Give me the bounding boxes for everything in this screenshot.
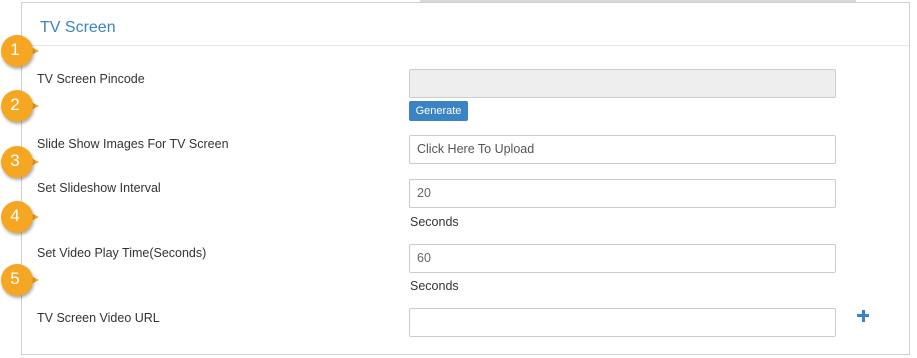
slideshow-interval-input[interactable]: 20 [409, 179, 836, 208]
slideshow-interval-label: Set Slideshow Interval [37, 181, 161, 195]
slideshow-interval-unit: Seconds [410, 215, 459, 229]
marker-number: 1 [10, 40, 20, 59]
video-play-time-input[interactable]: 60 [409, 244, 836, 273]
pincode-field [409, 69, 836, 98]
callout-marker: 2 [1, 90, 39, 122]
marker-number: 3 [10, 151, 20, 170]
callout-marker: 5 [1, 264, 39, 296]
callout-marker: 3 [1, 146, 39, 178]
video-play-time-unit: Seconds [410, 279, 459, 293]
marker-number: 2 [10, 95, 20, 114]
pincode-label: TV Screen Pincode [37, 72, 145, 86]
panel-title: TV Screen [40, 19, 116, 36]
panel-header: TV Screen [22, 3, 909, 46]
video-play-time-label: Set Video Play Time(Seconds) [37, 246, 207, 260]
callout-marker: 4 [1, 201, 39, 233]
video-url-label: TV Screen Video URL [37, 311, 160, 325]
callout-marker: 1 [1, 35, 39, 67]
generate-button[interactable]: Generate [409, 101, 468, 121]
marker-number: 5 [10, 269, 20, 288]
upload-field[interactable]: Click Here To Upload [409, 135, 836, 164]
plus-icon[interactable] [857, 310, 869, 322]
video-url-input[interactable] [409, 308, 836, 337]
marker-number: 4 [10, 206, 20, 225]
slideshow-images-label: Slide Show Images For TV Screen [37, 137, 229, 151]
